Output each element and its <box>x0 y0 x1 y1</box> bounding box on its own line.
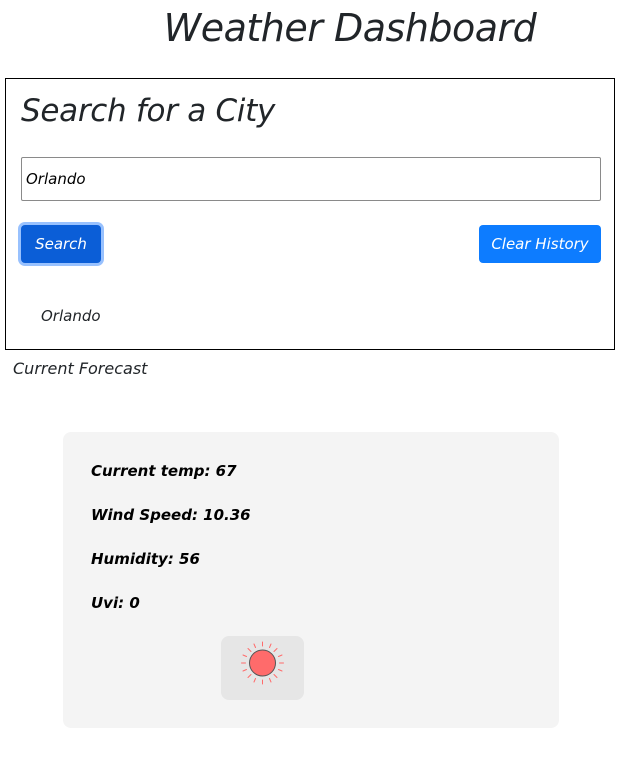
history-item[interactable]: Orlando <box>41 307 101 325</box>
city-search-input[interactable] <box>21 157 601 201</box>
search-panel: Search for a City Search Clear History O… <box>5 78 615 350</box>
search-history-list: Orlando <box>41 307 101 325</box>
wind-speed-text: Wind Speed: 10.36 <box>91 506 251 524</box>
search-button[interactable]: Search <box>21 225 101 263</box>
clear-history-button[interactable]: Clear History <box>479 225 601 263</box>
page-title: Weather Dashboard <box>163 6 537 50</box>
current-temp-text: Current temp: 67 <box>91 462 237 480</box>
current-forecast-label: Current Forecast <box>13 359 148 378</box>
uvi-text: Uvi: 0 <box>91 594 140 612</box>
search-heading: Search for a City <box>21 93 276 129</box>
humidity-text: Humidity: 56 <box>91 550 200 568</box>
current-weather-card: Current temp: 67 Wind Speed: 10.36 Humid… <box>63 432 559 728</box>
sun-icon <box>241 641 284 685</box>
weather-icon-box <box>221 636 304 700</box>
